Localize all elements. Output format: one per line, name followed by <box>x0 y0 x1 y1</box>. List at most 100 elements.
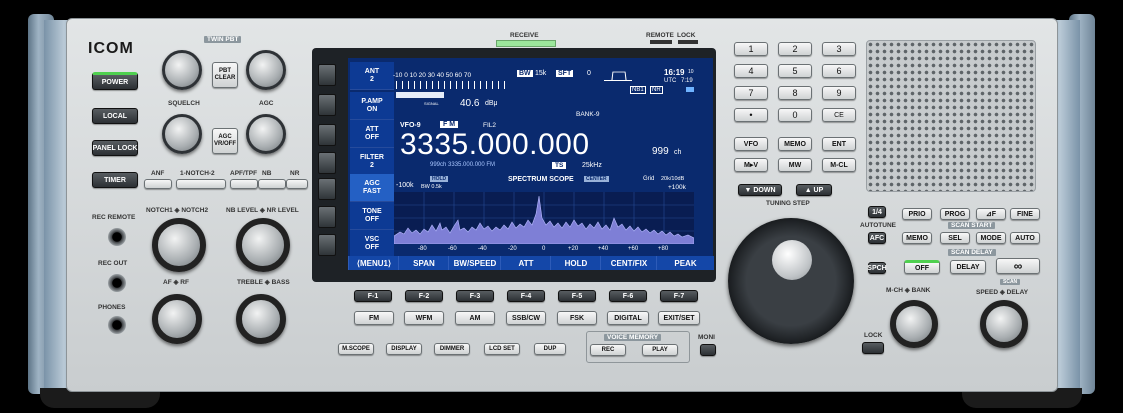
f3-button[interactable]: F-3 <box>456 290 494 302</box>
lcd-set-button[interactable]: LCD SET <box>484 343 520 355</box>
apf-tpf-button[interactable] <box>230 179 258 189</box>
display-button[interactable]: DISPLAY <box>386 343 422 355</box>
treble-bass-knob[interactable] <box>236 294 286 344</box>
keypad-dot[interactable]: • <box>734 108 768 122</box>
side-key-3[interactable] <box>318 124 336 146</box>
ent-button[interactable]: ENT <box>822 137 856 151</box>
side-key-4[interactable] <box>318 152 336 174</box>
scan-auto-button[interactable]: AUTO <box>1010 232 1040 244</box>
tuning-up-button[interactable]: ▲ UP <box>796 184 832 196</box>
f7-button[interactable]: F-7 <box>660 290 698 302</box>
tuning-down-button[interactable]: ▼ DOWN <box>738 184 782 196</box>
softkey-att[interactable]: ATT <box>500 256 551 270</box>
anf-button[interactable] <box>144 179 172 189</box>
softkey-hold[interactable]: HOLD <box>550 256 601 270</box>
keypad-ce[interactable]: CE <box>822 108 856 122</box>
menu-pamp[interactable]: P.AMP ON <box>350 92 394 120</box>
fine-button[interactable]: FINE <box>1010 208 1040 220</box>
menu-ant[interactable]: ANT 2 <box>350 62 394 90</box>
agc-vr-off-button[interactable]: AGC VR/OFF <box>212 128 238 154</box>
scan-off-button[interactable]: OFF <box>904 260 940 274</box>
prio-button[interactable]: PRIO <box>902 208 932 220</box>
keypad-3[interactable]: 3 <box>822 42 856 56</box>
notch-button[interactable] <box>176 179 226 189</box>
mode-fsk-button[interactable]: FSK <box>557 311 597 325</box>
speed-delay-knob[interactable] <box>980 300 1028 348</box>
voice-rec-button[interactable]: REC <box>590 344 626 356</box>
menu-filter[interactable]: FILTER 2 <box>350 148 394 176</box>
softkey-menu[interactable]: ⟨MENU1⟩ <box>348 256 399 270</box>
keypad-7[interactable]: 7 <box>734 86 768 100</box>
f2-button[interactable]: F-2 <box>405 290 443 302</box>
mode-digital-button[interactable]: DIGITAL <box>607 311 649 325</box>
keypad-8[interactable]: 8 <box>778 86 812 100</box>
sel-button[interactable]: SEL <box>940 232 970 244</box>
keypad-1[interactable]: 1 <box>734 42 768 56</box>
voice-play-button[interactable]: PLAY <box>642 344 678 356</box>
keypad-9[interactable]: 9 <box>822 86 856 100</box>
notch-knob[interactable] <box>152 218 206 272</box>
keypad-6[interactable]: 6 <box>822 64 856 78</box>
f4-button[interactable]: F-4 <box>507 290 545 302</box>
pbt-outer-knob[interactable] <box>246 50 286 90</box>
scan-memo-button[interactable]: MEMO <box>902 232 932 244</box>
menu-tone[interactable]: TONE OFF <box>350 202 394 230</box>
keypad-2[interactable]: 2 <box>778 42 812 56</box>
mode-fm-button[interactable]: FM <box>354 311 394 325</box>
moni-button[interactable] <box>700 344 716 356</box>
keypad-0[interactable]: 0 <box>778 108 812 122</box>
mscope-button[interactable]: M.SCOPE <box>338 343 374 355</box>
m-cl-button[interactable]: M-CL <box>822 158 856 172</box>
softkey-bw-speed[interactable]: BW/SPEED <box>448 256 501 270</box>
squelch-knob[interactable] <box>162 114 202 154</box>
scan-infinite-button[interactable]: ∞ <box>996 258 1040 274</box>
keypad-4[interactable]: 4 <box>734 64 768 78</box>
vfo-button[interactable]: VFO <box>734 137 768 151</box>
memo-button[interactable]: MEMO <box>778 137 812 151</box>
nr-button[interactable] <box>286 179 308 189</box>
softkey-peak[interactable]: PEAK <box>656 256 714 270</box>
mch-bank-knob[interactable] <box>890 300 938 348</box>
pbt-inner-knob[interactable] <box>162 50 202 90</box>
menu-att[interactable]: ATT OFF <box>350 120 394 148</box>
agc-knob[interactable] <box>246 114 286 154</box>
softkey-span[interactable]: SPAN <box>398 256 449 270</box>
f6-button[interactable]: F-6 <box>609 290 647 302</box>
power-button[interactable]: POWER <box>92 72 138 90</box>
pbt-clear-button[interactable]: PBT CLEAR <box>212 62 238 88</box>
local-button[interactable]: LOCAL <box>92 108 138 124</box>
afc-button[interactable]: AFC <box>868 232 886 244</box>
one-quarter-button[interactable]: 1/4 <box>868 206 886 218</box>
af-rf-knob[interactable] <box>152 294 202 344</box>
mode-am-button[interactable]: AM <box>455 311 495 325</box>
nb-button[interactable] <box>258 179 286 189</box>
dimmer-button[interactable]: DIMMER <box>434 343 470 355</box>
timer-button[interactable]: TIMER <box>92 172 138 188</box>
delta-f-button[interactable]: ⊿F <box>976 208 1006 220</box>
side-key-5[interactable] <box>318 178 336 200</box>
f1-button[interactable]: F-1 <box>354 290 392 302</box>
prog-button[interactable]: PROG <box>940 208 970 220</box>
main-tuning-dial[interactable] <box>728 218 854 344</box>
m-to-v-button[interactable]: M▸V <box>734 158 768 172</box>
f5-button[interactable]: F-5 <box>558 290 596 302</box>
menu-agc[interactable]: AGC FAST <box>350 174 394 202</box>
scan-mode-button[interactable]: MODE <box>976 232 1006 244</box>
side-key-2[interactable] <box>318 94 336 116</box>
keypad-5[interactable]: 5 <box>778 64 812 78</box>
side-key-7[interactable] <box>318 234 336 256</box>
spch-button[interactable]: SPCH <box>867 262 887 274</box>
side-key-1[interactable] <box>318 64 336 86</box>
dup-button[interactable]: DUP <box>534 343 566 355</box>
exit-set-button[interactable]: EXIT/SET <box>658 311 700 325</box>
mw-button[interactable]: MW <box>778 158 812 172</box>
nb-nr-knob[interactable] <box>236 218 290 272</box>
panel-lock-button[interactable]: PANEL LOCK <box>92 140 138 156</box>
mode-wfm-button[interactable]: WFM <box>404 311 444 325</box>
menu-vsc[interactable]: VSC OFF <box>350 230 394 258</box>
scan-delay-button[interactable]: DELAY <box>950 260 986 274</box>
side-key-6[interactable] <box>318 206 336 228</box>
mode-ssb-cw-button[interactable]: SSB/CW <box>506 311 546 325</box>
dial-lock-button[interactable] <box>862 342 884 354</box>
softkey-cent-fix[interactable]: CENT/FIX <box>600 256 657 270</box>
